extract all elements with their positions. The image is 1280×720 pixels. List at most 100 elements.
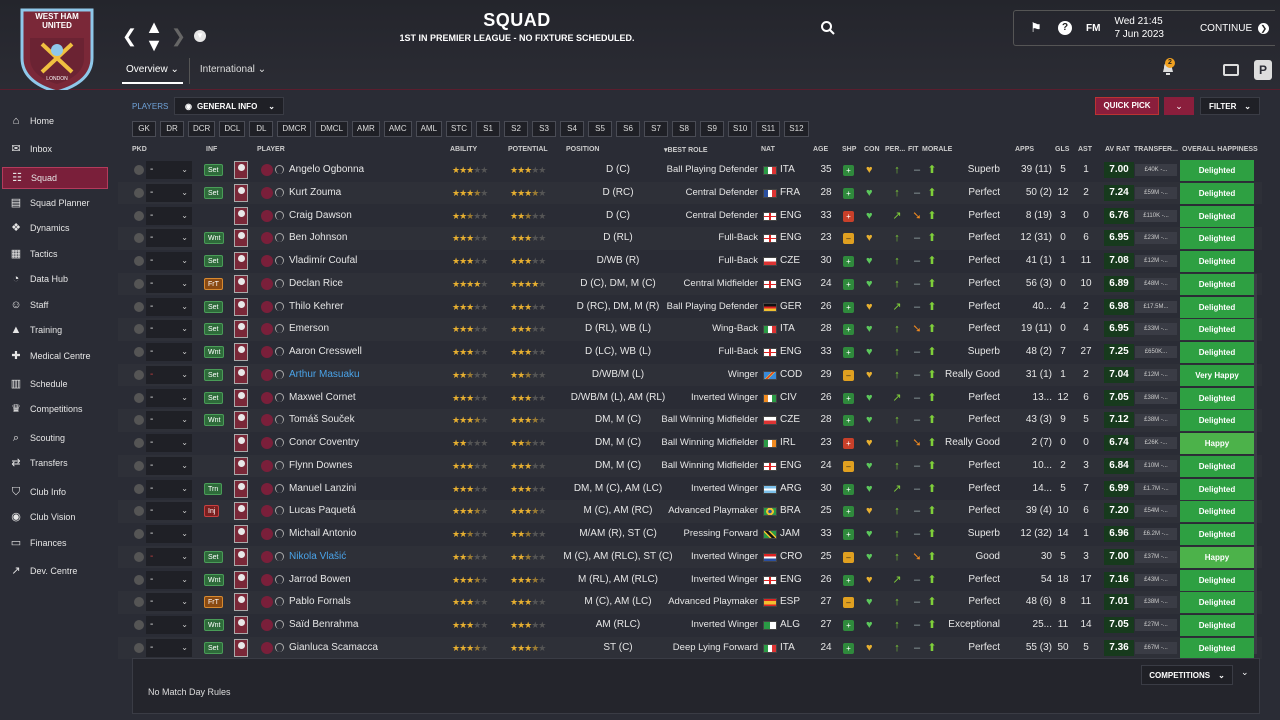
player-face-icon[interactable]: [234, 388, 248, 407]
sidebar-item-home[interactable]: ⌂ Home: [2, 110, 108, 132]
filter-chip-gk[interactable]: GK: [132, 121, 156, 137]
table-row[interactable]: - ⌄ Craig Dawson ★★★★★ ★★★★★ D (C) Centra…: [118, 205, 1262, 228]
pick-circle-icon[interactable]: [134, 642, 144, 653]
filter-chip-stc[interactable]: STC: [446, 121, 473, 137]
pick-circle-icon[interactable]: [134, 301, 144, 312]
sidebar-item-training[interactable]: ▲ Training: [2, 319, 108, 341]
player-name[interactable]: Craig Dawson: [289, 205, 352, 227]
table-row[interactable]: - ⌄ FrT Declan Rice ★★★★★ ★★★★★ D (C), DM…: [118, 273, 1262, 296]
sidebar-item-dynamics[interactable]: ❖ Dynamics: [2, 217, 108, 239]
pick-circle-icon[interactable]: [134, 187, 144, 198]
filter-chip-s8[interactable]: S8: [672, 121, 697, 137]
pick-circle-icon[interactable]: [134, 574, 144, 585]
col-ast[interactable]: AST: [1078, 146, 1092, 153]
player-face-icon[interactable]: [234, 365, 248, 384]
sidebar-item-squad[interactable]: ☷ Squad: [2, 167, 108, 189]
filter-chip-s3[interactable]: S3: [532, 121, 557, 137]
player-name[interactable]: Arthur Masuaku: [289, 364, 360, 386]
pick-circle-icon[interactable]: [134, 551, 144, 562]
filter-chip-s11[interactable]: S11: [756, 121, 781, 137]
pkd-dropdown[interactable]: - ⌄: [146, 502, 192, 521]
table-row[interactable]: - ⌄ Wnt Aaron Cresswell ★★★★★ ★★★★★ D (LC…: [118, 341, 1262, 364]
player-face-icon[interactable]: [234, 252, 248, 270]
sidebar-item-inbox[interactable]: ✉ Inbox: [2, 138, 108, 160]
sidebar-item-scouting[interactable]: ⌕ Scouting: [2, 427, 108, 449]
player-name[interactable]: Nikola Vlašić: [289, 546, 346, 568]
pick-circle-icon[interactable]: [134, 165, 144, 175]
pkd-dropdown[interactable]: - ⌄: [146, 616, 192, 634]
player-name[interactable]: Michail Antonio: [289, 523, 356, 545]
pick-circle-icon[interactable]: [134, 506, 144, 517]
history-dropdown-icon[interactable]: ▼: [194, 30, 207, 42]
player-name[interactable]: Flynn Downes: [289, 455, 352, 477]
player-face-icon[interactable]: [234, 343, 248, 361]
filter-chip-dcr[interactable]: DCR: [188, 121, 216, 137]
player-face-icon[interactable]: [234, 502, 248, 521]
collapse-chevron-icon[interactable]: ⌄: [1241, 667, 1249, 678]
pick-circle-icon[interactable]: [134, 233, 144, 244]
pkd-dropdown[interactable]: - ⌄: [146, 434, 192, 452]
view-dropdown[interactable]: ◉ GENERAL INFO ⌄: [174, 97, 284, 115]
col-happiness[interactable]: OVERALL HAPPINESS: [1182, 146, 1258, 153]
player-name[interactable]: Ben Johnson: [289, 227, 347, 249]
player-name[interactable]: Angelo Ogbonna: [289, 159, 364, 181]
filter-chip-dmcr[interactable]: DMCR: [277, 121, 312, 137]
col-potential[interactable]: POTENTIAL: [508, 146, 548, 153]
player-name[interactable]: Emerson: [289, 318, 329, 340]
player-name[interactable]: Gianluca Scamacca: [289, 637, 378, 659]
pkd-dropdown[interactable]: - ⌄: [146, 638, 192, 657]
table-row[interactable]: - ⌄ Inj Lucas Paquetá ★★★★★ ★★★★★ M (C), …: [118, 500, 1262, 523]
pkd-dropdown[interactable]: - ⌄: [146, 388, 192, 407]
back-arrow-icon[interactable]: ❮: [122, 27, 137, 45]
pkd-dropdown[interactable]: - ⌄: [146, 570, 192, 589]
filter-chip-dmcl[interactable]: DMCL: [315, 121, 349, 137]
filter-chip-s2[interactable]: S2: [504, 121, 529, 137]
col-position[interactable]: POSITION: [566, 146, 599, 153]
player-face-icon[interactable]: [234, 638, 248, 657]
col-pkd[interactable]: PKD: [132, 146, 147, 153]
player-face-icon[interactable]: [234, 570, 248, 589]
sidebar-item-tactics[interactable]: ▦ Tactics: [2, 243, 108, 265]
tab-overview[interactable]: Overview ⌄: [118, 58, 187, 84]
col-av-rat[interactable]: AV RAT: [1105, 146, 1130, 153]
player-face-icon[interactable]: [234, 525, 248, 543]
pick-circle-icon[interactable]: [134, 210, 144, 221]
tab-international[interactable]: International ⌄: [192, 58, 274, 84]
sidebar-item-club-info[interactable]: ⛉ Club Info: [2, 481, 108, 503]
pkd-dropdown[interactable]: - ⌄: [146, 252, 192, 270]
pick-circle-icon[interactable]: [134, 415, 144, 426]
table-row[interactable]: - ⌄ Set Kurt Zouma ★★★★★ ★★★★★ D (RC) Cen…: [118, 182, 1262, 205]
pkd-dropdown[interactable]: - ⌄: [146, 229, 192, 248]
filter-chip-dl[interactable]: DL: [249, 121, 274, 137]
player-name[interactable]: Jarrod Bowen: [289, 569, 351, 591]
pkd-dropdown[interactable]: - ⌄: [146, 456, 192, 475]
sidebar-item-dev-centre[interactable]: ↗ Dev. Centre: [2, 560, 108, 582]
player-name[interactable]: Tomáš Souček: [289, 409, 355, 431]
pkd-dropdown[interactable]: - ⌄: [146, 593, 192, 612]
table-row[interactable]: - ⌄ Wnt Jarrod Bowen ★★★★★ ★★★★★ M (RL), …: [118, 569, 1262, 592]
pkd-dropdown[interactable]: - ⌄: [146, 206, 192, 225]
filter-chip-s6[interactable]: S6: [616, 121, 641, 137]
table-row[interactable]: - ⌄ Set Nikola Vlašić ★★★★★ ★★★★★ M (C), …: [118, 546, 1262, 569]
col-per[interactable]: PER...: [885, 146, 905, 153]
sidebar-item-medical-centre[interactable]: ✚ Medical Centre: [2, 345, 108, 367]
player-face-icon[interactable]: [234, 161, 248, 179]
filter-chip-amr[interactable]: AMR: [352, 121, 380, 137]
player-name[interactable]: Lucas Paquetá: [289, 500, 356, 522]
filter-chip-s5[interactable]: S5: [588, 121, 613, 137]
pick-circle-icon[interactable]: [134, 256, 144, 266]
player-face-icon[interactable]: [234, 411, 248, 430]
pick-circle-icon[interactable]: [134, 392, 144, 403]
table-row[interactable]: - ⌄ Set Maxwel Cornet ★★★★★ ★★★★★ D/WB/M …: [118, 387, 1262, 410]
pkd-dropdown[interactable]: - ⌄: [146, 365, 192, 384]
col-gls[interactable]: GLS: [1055, 146, 1069, 153]
pkd-dropdown[interactable]: - ⌄: [146, 343, 192, 361]
player-face-icon[interactable]: [234, 456, 248, 475]
pick-circle-icon[interactable]: [134, 278, 144, 289]
table-row[interactable]: - ⌄ Michail Antonio ★★★★★ ★★★★★ M/AM (R),…: [118, 523, 1262, 546]
filter-button[interactable]: FILTER ⌄: [1200, 97, 1260, 115]
filter-chip-s12[interactable]: S12: [784, 121, 809, 137]
col-apps[interactable]: APPS: [1015, 146, 1034, 153]
sidebar-item-data-hub[interactable]: ◔ Data Hub: [2, 268, 108, 290]
quick-pick-button[interactable]: QUICK PICK: [1095, 97, 1159, 115]
